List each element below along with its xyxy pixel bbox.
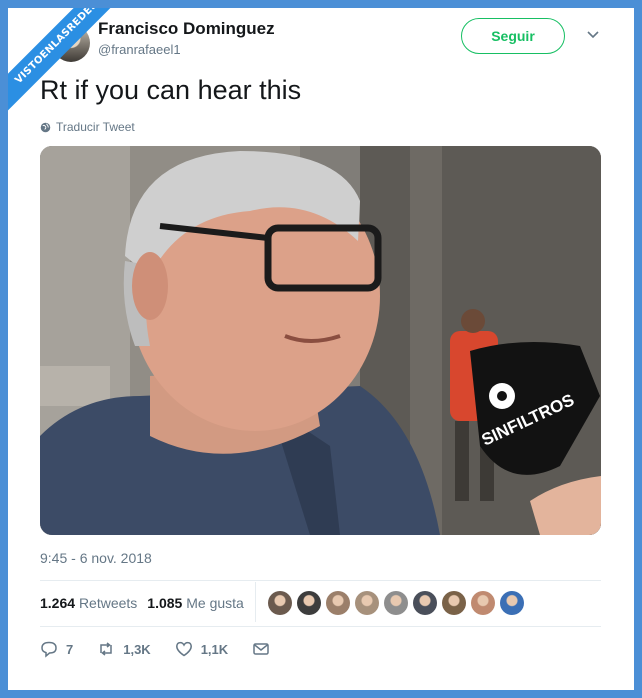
reply-button[interactable]: 7 [40,640,73,658]
stats-separator [255,582,256,622]
tweet-media-image[interactable]: SINFILTROS [40,146,601,535]
retweet-count: 1,3K [123,641,151,657]
likes-count: 1.085 [147,595,183,611]
like-count: 1,1K [200,641,229,657]
envelope-icon [253,643,269,655]
divider [40,626,601,627]
user-handle[interactable]: @franrafaeel1 [98,42,181,57]
action-bar: 7 1,3K 1,1K [40,640,294,658]
liker-avatars [268,591,524,615]
media-photo: SINFILTROS [40,146,601,535]
likes-stat[interactable]: 1.085 Me gusta [147,595,244,611]
like-button[interactable]: 1,1K [175,640,228,658]
translate-link[interactable]: Traducir Tweet [40,120,135,134]
liker-avatar[interactable] [384,591,408,615]
retweet-button[interactable]: 1,3K [97,640,151,658]
liker-avatar[interactable] [471,591,495,615]
retweets-stat[interactable]: 1.264 Retweets [40,595,137,611]
follow-button[interactable]: Seguir [461,18,565,54]
chevron-down-icon[interactable] [586,30,600,40]
divider [40,580,601,581]
translate-label: Traducir Tweet [56,120,135,134]
retweet-icon [100,642,112,656]
liker-avatar[interactable] [413,591,437,615]
heart-icon [175,641,192,657]
globe-icon [40,122,51,132]
liker-avatar[interactable] [326,591,350,615]
tweet-timestamp[interactable]: 9:45 - 6 nov. 2018 [40,550,152,566]
retweets-label: Retweets [78,595,138,611]
engagement-stats: 1.264 Retweets 1.085 Me gusta [40,595,244,611]
liker-avatar[interactable] [268,591,292,615]
reply-icon [41,641,57,658]
display-name[interactable]: Francisco Dominguez [98,19,275,39]
liker-avatar[interactable] [297,591,321,615]
tweet-text: Rt if you can hear this [40,75,302,105]
liker-avatar[interactable] [500,591,524,615]
message-button[interactable] [252,640,270,658]
liker-avatar[interactable] [355,591,379,615]
liker-avatar[interactable] [442,591,466,615]
likes-label: Me gusta [186,595,244,611]
retweets-count: 1.264 [40,595,76,611]
reply-count: 7 [66,641,74,657]
tweet-card: VISTOENLASREDES Francisco Dominguez @fra… [8,8,634,690]
